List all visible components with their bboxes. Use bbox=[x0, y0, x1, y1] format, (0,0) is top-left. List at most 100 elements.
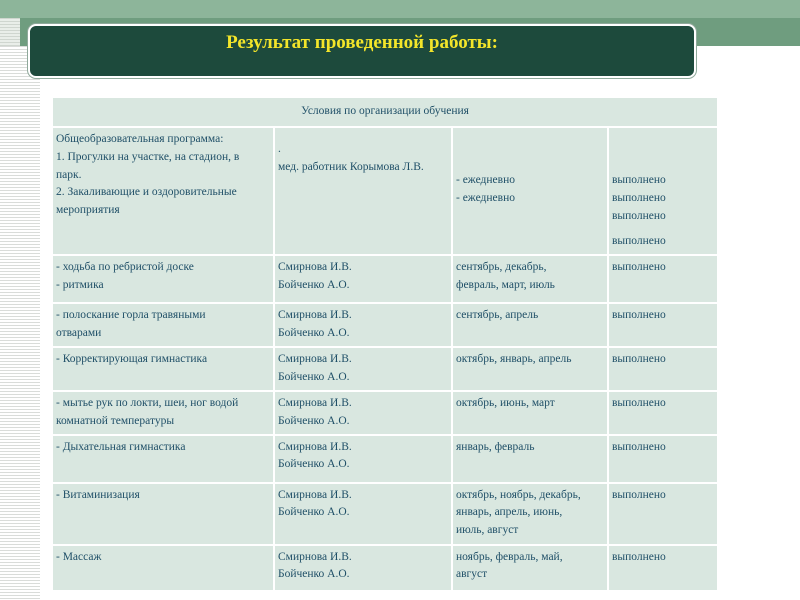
program-line: Общеобразовательная программа: bbox=[56, 133, 224, 145]
cell-status: выполнено bbox=[609, 304, 718, 347]
period-line: февраль, март, июль bbox=[456, 279, 555, 292]
period-line: октябрь, ноябрь, декабрь, bbox=[456, 488, 581, 501]
cell-responsible-program: . мед. работник Корымова Л.В. bbox=[275, 128, 451, 255]
responsible-line: Бойченко А.О. bbox=[278, 279, 350, 292]
period-line: январь, февраль bbox=[456, 440, 535, 453]
left-stripes bbox=[0, 46, 40, 600]
status-line: выполнено bbox=[612, 550, 666, 563]
responsible-line: Бойченко А.О. bbox=[278, 568, 350, 581]
period-line: сентябрь, декабрь, bbox=[456, 261, 547, 274]
cell-status: выполнено bbox=[609, 483, 718, 544]
status-line: выполнено bbox=[612, 174, 666, 186]
status-line: выполнено bbox=[612, 309, 666, 322]
responsible-line: мед. работник Корымова Л.В. bbox=[278, 160, 424, 173]
cell-period: сентябрь, декабрь, февраль, март, июль bbox=[453, 256, 607, 303]
responsible-line: Бойченко А.О. bbox=[278, 414, 350, 427]
status-line: выполнено bbox=[612, 235, 666, 248]
cell-program: Общеобразовательная программа: 1. Прогул… bbox=[53, 128, 273, 255]
status-line: выполнено bbox=[612, 353, 666, 366]
program-line: 2. Закаливающие и оздоровительные bbox=[56, 186, 237, 199]
cell-status: выполнено bbox=[609, 545, 718, 590]
status-line: выполнено bbox=[612, 261, 666, 274]
table-header: Условия по организации обучения bbox=[53, 98, 718, 126]
cell-activity: - Дыхательная гимнастика bbox=[53, 435, 273, 482]
cell-activity: - Корректирующая гимнастика bbox=[53, 348, 273, 390]
activity-line: - ходьба по ребристой доске bbox=[56, 261, 194, 274]
cell-activity: - ходьба по ребристой доске - ритмика bbox=[53, 256, 273, 303]
cell-period: сентябрь, апрель bbox=[453, 304, 607, 347]
responsible-line: Смирнова И.В. bbox=[278, 488, 352, 501]
table-row: - мытье рук по локти, шеи, ног водой ком… bbox=[53, 391, 718, 434]
status-gap bbox=[612, 225, 714, 233]
period-line: октябрь, январь, апрель bbox=[456, 353, 572, 366]
cell-status: выполнено bbox=[609, 256, 718, 303]
table-row-program: Общеобразовательная программа: 1. Прогул… bbox=[53, 128, 718, 255]
table-wrap: Условия по организации обучения Общеобра… bbox=[51, 96, 719, 592]
period-line: январь, апрель, июнь, bbox=[456, 506, 563, 519]
activity-line: - ритмика bbox=[56, 279, 104, 292]
period-line: сентябрь, апрель bbox=[456, 309, 539, 322]
table-row: - Корректирующая гимнастика Смирнова И.В… bbox=[53, 348, 718, 390]
table-row: - ходьба по ребристой доске - ритмика См… bbox=[53, 256, 718, 303]
cell-responsible: Смирнова И.В. Бойченко А.О. bbox=[275, 256, 451, 303]
cell-status: выполнено bbox=[609, 435, 718, 482]
table-header-row: Условия по организации обучения bbox=[53, 98, 718, 126]
status-line: выполнено bbox=[612, 396, 666, 409]
cell-period: октябрь, июнь, март bbox=[453, 391, 607, 434]
status-line: выполнено bbox=[612, 440, 666, 453]
program-line: мероприятия bbox=[56, 204, 120, 217]
activity-line: - Витаминизация bbox=[56, 488, 140, 501]
cell-activity: - Витаминизация bbox=[53, 483, 273, 544]
cell-status-program: выполнено выполнено выполнено выполнено bbox=[609, 128, 718, 255]
cell-responsible: Смирнова И.В. Бойченко А.О. bbox=[275, 435, 451, 482]
cell-status: выполнено bbox=[609, 348, 718, 390]
cell-responsible: Смирнова И.В. Бойченко А.О. bbox=[275, 391, 451, 434]
status-line: выполнено bbox=[612, 488, 666, 501]
activity-line: - Дыхательная гимнастика bbox=[56, 440, 186, 453]
activity-line: - мытье рук по локти, шеи, ног водой bbox=[56, 396, 239, 409]
responsible-line: Смирнова И.В. bbox=[278, 440, 352, 453]
table-row: - Дыхательная гимнастика Смирнова И.В. Б… bbox=[53, 435, 718, 482]
slide-title: Результат проведенной работы: bbox=[226, 32, 498, 53]
status-line: выполнено bbox=[612, 209, 666, 222]
cell-period: октябрь, ноябрь, декабрь, январь, апрель… bbox=[453, 483, 607, 544]
cell-responsible: Смирнова И.В. Бойченко А.О. bbox=[275, 348, 451, 390]
period-line: ноябрь, февраль, май, bbox=[456, 550, 563, 563]
activity-line: - Корректирующая гимнастика bbox=[56, 353, 208, 366]
cell-period: январь, февраль bbox=[453, 435, 607, 482]
period-line: - ежедневно bbox=[456, 191, 515, 204]
table-row: - Витаминизация Смирнова И.В. Бойченко А… bbox=[53, 483, 718, 544]
top-band-light bbox=[0, 0, 800, 18]
program-line: 1. Прогулки на участке, на стадион, в bbox=[56, 150, 240, 163]
results-table: Условия по организации обучения Общеобра… bbox=[51, 96, 719, 592]
responsible-line: Смирнова И.В. bbox=[278, 261, 352, 274]
activity-line: - Массаж bbox=[56, 550, 102, 563]
cell-responsible: Смирнова И.В. Бойченко А.О. bbox=[275, 483, 451, 544]
table-row: - полоскание горла травяными отварами См… bbox=[53, 304, 718, 347]
cell-responsible: Смирнова И.В. Бойченко А.О. bbox=[275, 304, 451, 347]
left-stripes-top bbox=[0, 18, 20, 46]
cell-status: выполнено bbox=[609, 391, 718, 434]
activity-line: комнатной температуры bbox=[56, 414, 175, 427]
period-line: июль, август bbox=[456, 524, 519, 537]
program-line: парк. bbox=[56, 168, 82, 181]
period-line: - ежедневно bbox=[456, 174, 515, 186]
cell-period: октябрь, январь, апрель bbox=[453, 348, 607, 390]
cell-period: ноябрь, февраль, май, август bbox=[453, 545, 607, 590]
cell-activity: - мытье рук по локти, шеи, ног водой ком… bbox=[53, 391, 273, 434]
activity-line: - полоскание горла травяными bbox=[56, 309, 206, 322]
title-box: Результат проведенной работы: bbox=[28, 24, 696, 78]
responsible-line: Бойченко А.О. bbox=[278, 506, 350, 519]
period-line: август bbox=[456, 568, 488, 581]
stray-dot: . bbox=[278, 143, 281, 155]
table-row: - Массаж Смирнова И.В. Бойченко А.О. ноя… bbox=[53, 545, 718, 590]
responsible-line: Смирнова И.В. bbox=[278, 396, 352, 409]
status-line: выполнено bbox=[612, 191, 666, 204]
responsible-line: Бойченко А.О. bbox=[278, 371, 350, 384]
responsible-line: Смирнова И.В. bbox=[278, 353, 352, 366]
responsible-line: Бойченко А.О. bbox=[278, 458, 350, 471]
cell-activity: - полоскание горла травяными отварами bbox=[53, 304, 273, 347]
cell-activity: - Массаж bbox=[53, 545, 273, 590]
responsible-line: Смирнова И.В. bbox=[278, 550, 352, 563]
activity-line: отварами bbox=[56, 327, 102, 340]
